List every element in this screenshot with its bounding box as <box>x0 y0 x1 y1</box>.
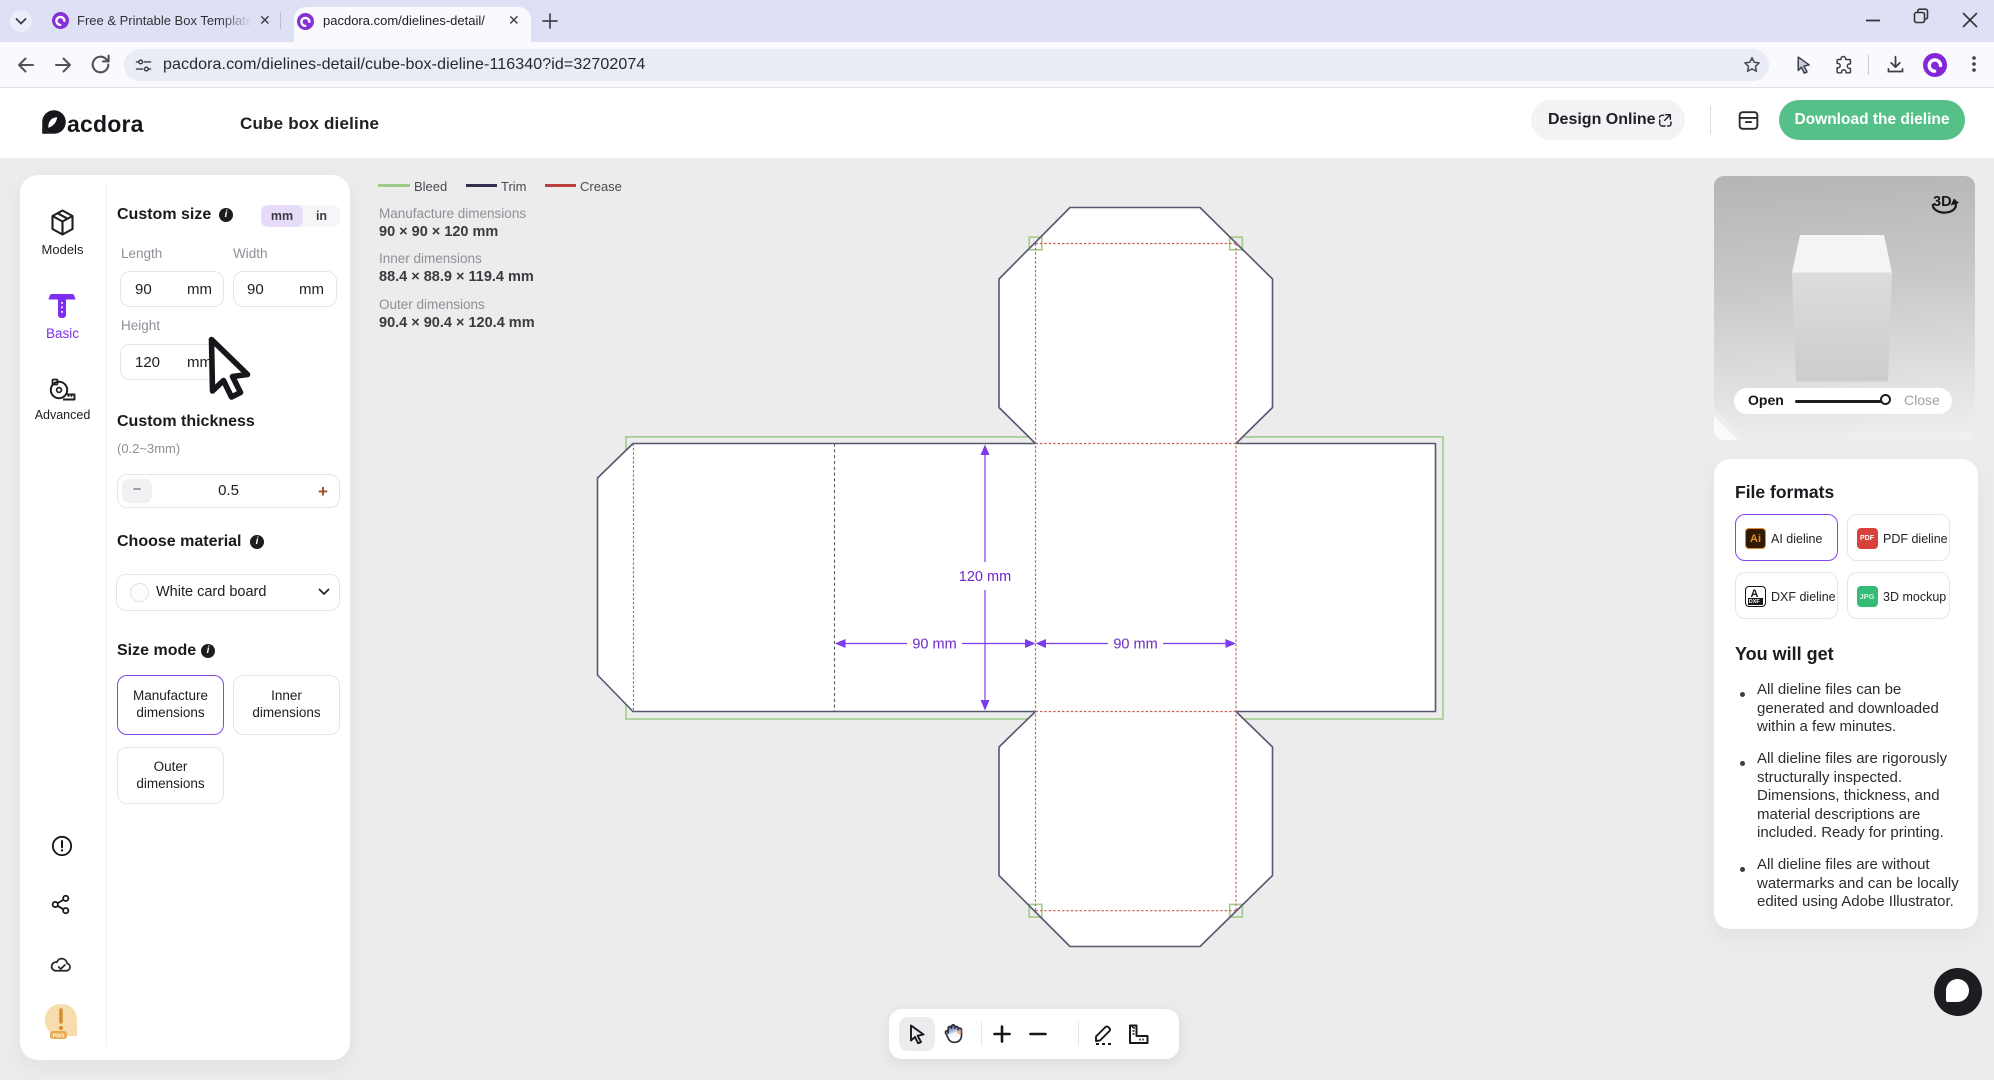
svg-text:acdora: acdora <box>67 111 144 137</box>
svg-text:90 mm: 90 mm <box>912 637 956 653</box>
svg-text:90 mm: 90 mm <box>1113 637 1157 653</box>
svg-text:120 mm: 120 mm <box>959 569 1011 585</box>
svg-text:PRO: PRO <box>53 1033 66 1039</box>
